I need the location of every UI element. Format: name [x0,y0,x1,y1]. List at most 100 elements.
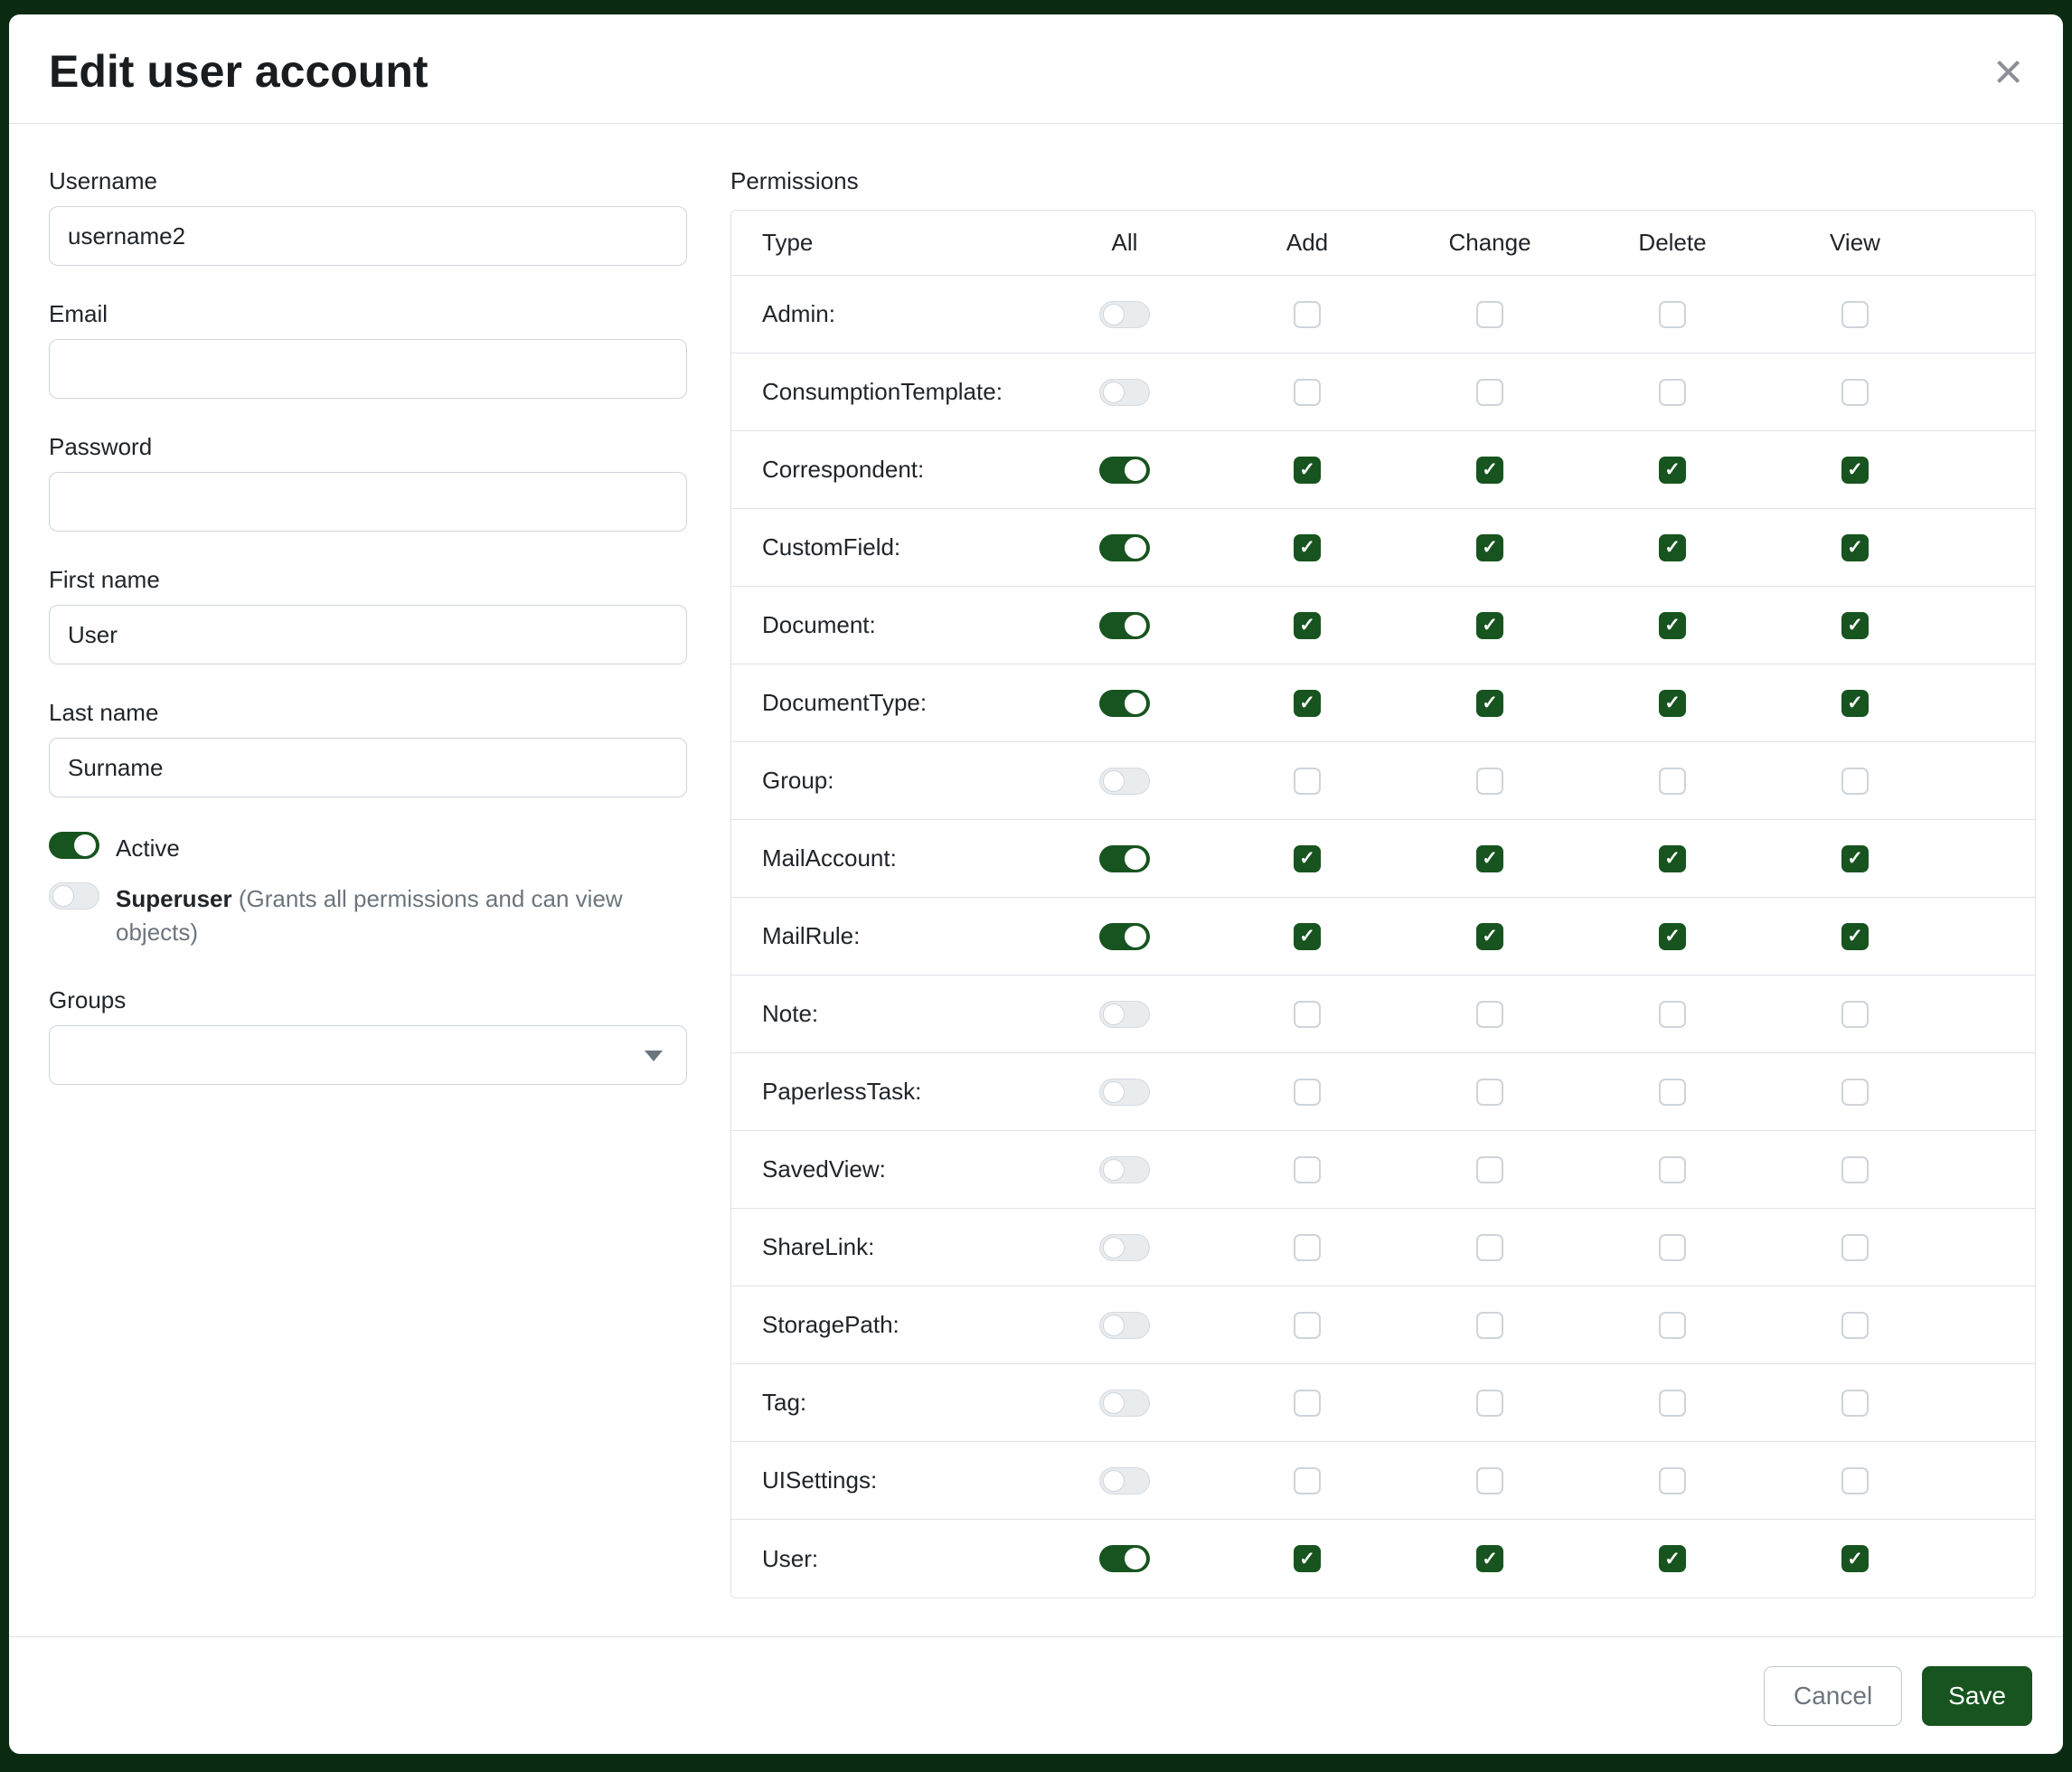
permission-delete-checkbox[interactable] [1659,1390,1686,1417]
permission-add-checkbox[interactable] [1294,1156,1321,1183]
permission-view-checkbox[interactable] [1841,1156,1869,1183]
permission-all-toggle[interactable] [1099,1156,1150,1183]
permission-change-checkbox[interactable] [1476,301,1503,328]
column-header-all: All [1033,229,1216,257]
permission-delete-checkbox[interactable] [1659,301,1686,328]
permission-view-checkbox[interactable] [1841,301,1869,328]
email-label: Email [49,300,687,328]
permission-change-checkbox[interactable] [1476,1079,1503,1106]
username-input[interactable] [49,206,687,266]
permission-all-toggle[interactable] [1099,457,1150,484]
permission-view-checkbox[interactable] [1841,768,1869,795]
permission-all-toggle[interactable] [1099,301,1150,328]
permission-add-checkbox[interactable]: ✓ [1294,612,1321,639]
last-name-field[interactable] [49,738,687,797]
permission-view-checkbox[interactable]: ✓ [1841,457,1869,484]
first-name-field[interactable] [49,605,687,664]
permission-change-checkbox[interactable]: ✓ [1476,845,1503,872]
permission-change-checkbox[interactable] [1476,379,1503,406]
permission-all-toggle[interactable] [1099,768,1150,795]
permission-change-checkbox[interactable]: ✓ [1476,612,1503,639]
permission-change-checkbox[interactable] [1476,1156,1503,1183]
cancel-button[interactable]: Cancel [1764,1666,1902,1726]
permission-delete-checkbox[interactable] [1659,768,1686,795]
permission-change-checkbox[interactable] [1476,768,1503,795]
permission-view-checkbox[interactable] [1841,1390,1869,1417]
permission-delete-checkbox[interactable]: ✓ [1659,1545,1686,1572]
superuser-label: Superuser [116,885,232,912]
permission-view-checkbox[interactable] [1841,1312,1869,1339]
permission-view-checkbox[interactable]: ✓ [1841,534,1869,561]
permission-view-checkbox[interactable]: ✓ [1841,845,1869,872]
permission-delete-checkbox[interactable] [1659,1079,1686,1106]
permission-change-checkbox[interactable]: ✓ [1476,923,1503,950]
permission-view-checkbox[interactable] [1841,1001,1869,1028]
permission-add-checkbox[interactable] [1294,1312,1321,1339]
permission-delete-checkbox[interactable]: ✓ [1659,690,1686,717]
permission-all-toggle[interactable] [1099,690,1150,717]
permission-view-checkbox[interactable] [1841,1234,1869,1261]
permission-delete-checkbox[interactable]: ✓ [1659,457,1686,484]
permission-change-checkbox[interactable] [1476,1312,1503,1339]
permission-view-checkbox[interactable] [1841,1079,1869,1106]
permission-delete-checkbox[interactable]: ✓ [1659,612,1686,639]
active-toggle[interactable] [49,832,99,859]
permission-all-toggle[interactable] [1099,534,1150,561]
permission-add-checkbox[interactable]: ✓ [1294,690,1321,717]
permission-add-checkbox[interactable]: ✓ [1294,845,1321,872]
permission-all-toggle[interactable] [1099,1390,1150,1417]
permission-add-checkbox[interactable]: ✓ [1294,923,1321,950]
email-field[interactable] [49,339,687,399]
permission-all-toggle[interactable] [1099,379,1150,406]
permission-all-toggle[interactable] [1099,923,1150,950]
permission-row: StoragePath: [731,1287,2035,1364]
permission-view-checkbox[interactable]: ✓ [1841,690,1869,717]
permission-delete-checkbox[interactable] [1659,1467,1686,1494]
password-field[interactable] [49,472,687,532]
permission-delete-checkbox[interactable] [1659,379,1686,406]
permission-view-checkbox[interactable]: ✓ [1841,1545,1869,1572]
permission-change-checkbox[interactable]: ✓ [1476,534,1503,561]
permission-view-checkbox[interactable]: ✓ [1841,612,1869,639]
permission-add-checkbox[interactable] [1294,1079,1321,1106]
superuser-toggle[interactable] [49,882,99,910]
permission-change-checkbox[interactable] [1476,1467,1503,1494]
save-button[interactable]: Save [1922,1666,2032,1726]
permission-delete-checkbox[interactable] [1659,1312,1686,1339]
permission-all-toggle[interactable] [1099,1545,1150,1572]
permission-add-checkbox[interactable] [1294,1234,1321,1261]
permission-add-checkbox[interactable]: ✓ [1294,1545,1321,1572]
permission-all-toggle[interactable] [1099,1001,1150,1028]
permission-all-toggle[interactable] [1099,1234,1150,1261]
permission-all-toggle[interactable] [1099,612,1150,639]
permission-all-toggle[interactable] [1099,1312,1150,1339]
permission-view-checkbox[interactable]: ✓ [1841,923,1869,950]
permission-add-checkbox[interactable]: ✓ [1294,457,1321,484]
permission-view-checkbox[interactable] [1841,1467,1869,1494]
permission-change-checkbox[interactable]: ✓ [1476,1545,1503,1572]
permission-add-checkbox[interactable] [1294,301,1321,328]
permission-add-checkbox[interactable]: ✓ [1294,534,1321,561]
permission-delete-checkbox[interactable] [1659,1156,1686,1183]
permission-add-checkbox[interactable] [1294,1390,1321,1417]
permission-add-checkbox[interactable] [1294,379,1321,406]
permission-delete-checkbox[interactable] [1659,1001,1686,1028]
permission-change-checkbox[interactable]: ✓ [1476,690,1503,717]
permission-delete-checkbox[interactable] [1659,1234,1686,1261]
close-icon[interactable]: × [1993,46,2023,97]
permission-change-checkbox[interactable] [1476,1390,1503,1417]
groups-select[interactable] [49,1025,687,1085]
permission-add-checkbox[interactable] [1294,1001,1321,1028]
permission-view-checkbox[interactable] [1841,379,1869,406]
permission-add-checkbox[interactable] [1294,1467,1321,1494]
permission-all-toggle[interactable] [1099,845,1150,872]
permission-change-checkbox[interactable]: ✓ [1476,457,1503,484]
permission-change-checkbox[interactable] [1476,1001,1503,1028]
permission-delete-checkbox[interactable]: ✓ [1659,534,1686,561]
permission-delete-checkbox[interactable]: ✓ [1659,845,1686,872]
permission-delete-checkbox[interactable]: ✓ [1659,923,1686,950]
permission-add-checkbox[interactable] [1294,768,1321,795]
permission-all-toggle[interactable] [1099,1079,1150,1106]
permission-change-checkbox[interactable] [1476,1234,1503,1261]
permission-all-toggle[interactable] [1099,1467,1150,1494]
